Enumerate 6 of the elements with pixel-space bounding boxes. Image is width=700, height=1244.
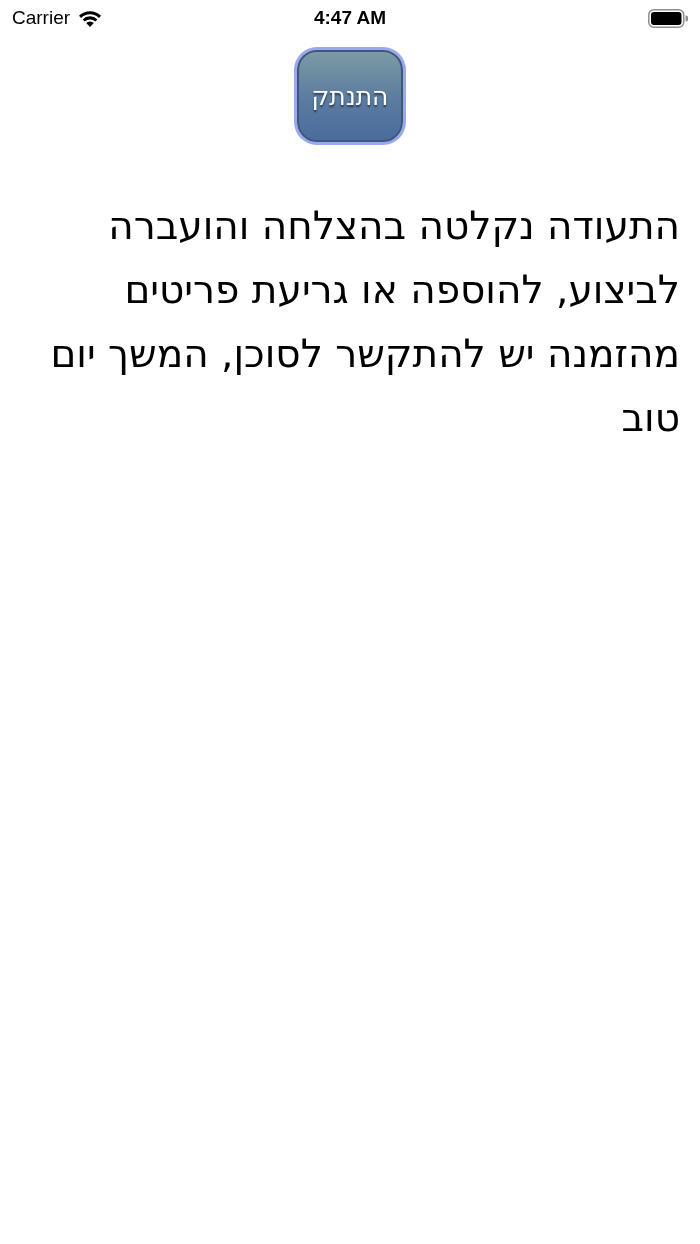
confirmation-message: התעודה נקלטה בהצלחה והועברה לביצוע, להוספה או גריעת פריטים מהזמנה יש להתקשר לסוכן, המשך יום טוב xyxy=(49,202,681,442)
carrier-name: Carrier xyxy=(12,7,71,29)
disconnect-button[interactable]: התנתק xyxy=(297,50,403,142)
status-time: 4:47 AM xyxy=(313,7,387,29)
wifi-icon xyxy=(78,9,103,27)
battery-icon xyxy=(648,8,688,28)
